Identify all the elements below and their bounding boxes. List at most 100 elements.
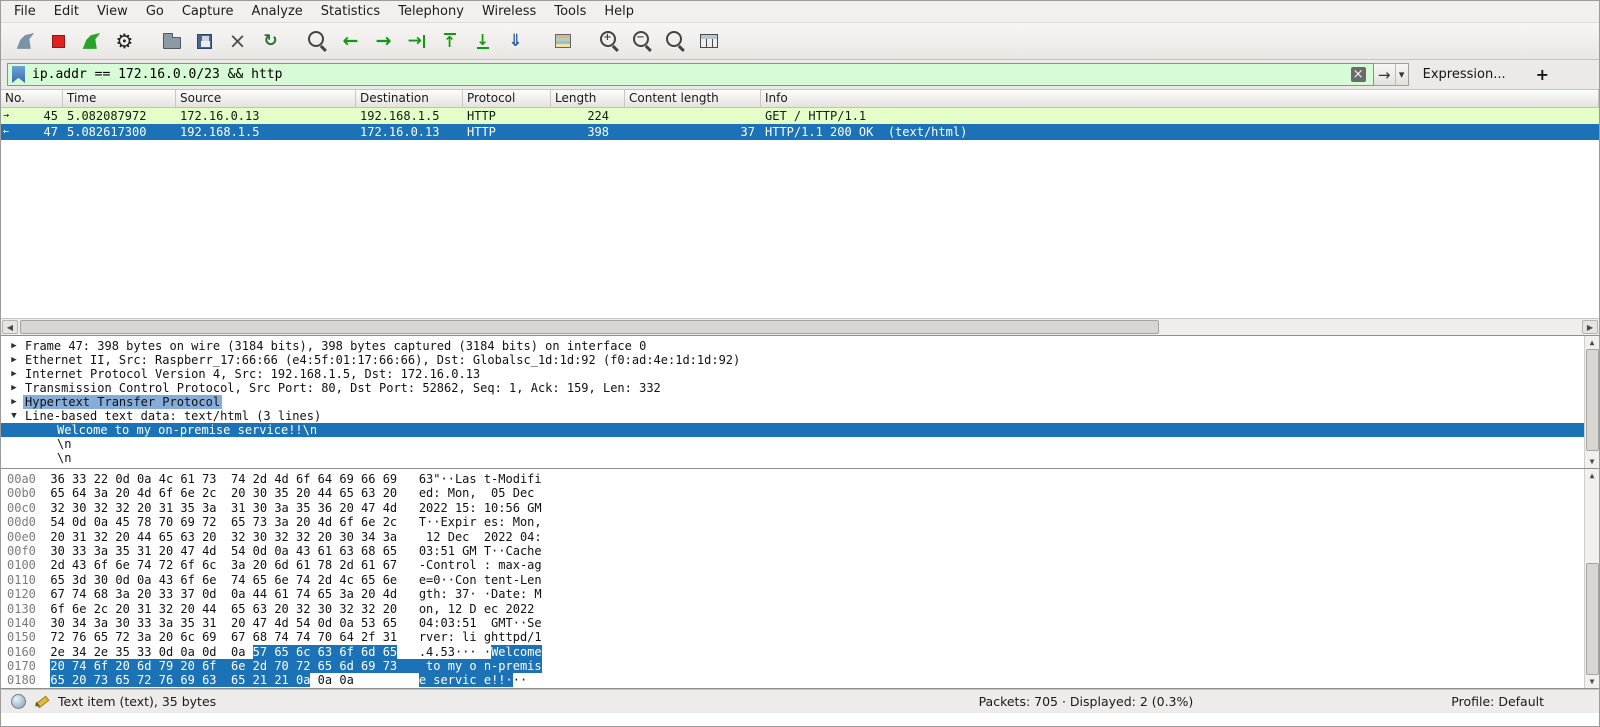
horizontal-scrollbar[interactable]	[1, 318, 1599, 336]
filter-clear-button[interactable]	[1351, 67, 1366, 82]
menu-item-view[interactable]: View	[88, 2, 137, 21]
menu-item-statistics[interactable]: Statistics	[312, 2, 389, 21]
status-profile[interactable]: Profile: Default	[1451, 694, 1544, 709]
close-file-button[interactable]	[221, 27, 254, 56]
detail-row-6[interactable]: Welcome to my on-premise service!!\n	[1, 423, 1584, 437]
scroll-right-arrow-icon[interactable]	[1582, 320, 1598, 334]
detail-row-5[interactable]: ▼Line-based text data: text/html (3 line…	[1, 409, 1584, 423]
scroll-down-arrow-icon[interactable]	[1590, 456, 1595, 467]
column-header-time[interactable]: Time	[63, 90, 176, 107]
filter-add-button[interactable]: +	[1528, 65, 1557, 84]
filter-bookmark-icon[interactable]	[12, 66, 25, 83]
column-header-length[interactable]: Length	[551, 90, 625, 107]
restart-capture-button[interactable]	[75, 27, 108, 56]
packet-row-47[interactable]: ←475.082617300192.168.1.5172.16.0.13HTTP…	[1, 124, 1599, 140]
expand-arrow-icon[interactable]: ▶	[7, 339, 21, 353]
go-to-packet-button[interactable]	[400, 27, 433, 56]
menu-item-analyze[interactable]: Analyze	[243, 2, 312, 21]
hex-line-0140[interactable]: 0140 30 34 3a 30 33 3a 35 31 20 47 4d 54…	[7, 616, 1584, 630]
status-packet-counts: Packets: 705 · Displayed: 2 (0.3%)	[979, 694, 1194, 709]
open-file-button[interactable]	[155, 27, 188, 56]
menu-item-telephony[interactable]: Telephony	[389, 2, 473, 21]
detail-row-0[interactable]: ▶Frame 47: 398 bytes on wire (3184 bits)…	[1, 339, 1584, 353]
column-header-content-length[interactable]: Content length	[625, 90, 761, 107]
expression-button[interactable]: Expression...	[1415, 64, 1514, 85]
menu-item-go[interactable]: Go	[137, 2, 173, 21]
filter-apply-button[interactable]	[1374, 64, 1395, 85]
details-scroll-track[interactable]	[1586, 349, 1599, 455]
hex-scrollbar[interactable]	[1584, 469, 1599, 688]
go-back-button[interactable]	[334, 27, 367, 56]
resize-columns-button[interactable]	[692, 27, 725, 56]
detail-row-3[interactable]: ▶Transmission Control Protocol, Src Port…	[1, 381, 1584, 395]
hex-line-00f0[interactable]: 00f0 30 33 3a 35 31 20 47 4d 54 0d 0a 43…	[7, 544, 1584, 558]
hex-line-00c0[interactable]: 00c0 32 30 32 32 20 31 35 3a 31 30 3a 35…	[7, 501, 1584, 515]
reload-file-button[interactable]	[254, 27, 287, 56]
hex-line-0100[interactable]: 0100 2d 43 6f 6e 74 72 6f 6c 3a 20 6d 61…	[7, 558, 1584, 572]
detail-row-7[interactable]: \n	[1, 437, 1584, 451]
go-to-bottom-button[interactable]	[466, 27, 499, 56]
capture-options-button[interactable]	[108, 27, 141, 56]
hex-line-00e0[interactable]: 00e0 20 31 32 20 44 65 63 20 32 30 32 32…	[7, 530, 1584, 544]
hex-line-00a0[interactable]: 00a0 36 33 22 0d 0a 4c 61 73 74 2d 4d 6f…	[7, 472, 1584, 486]
capture-comment-icon[interactable]	[34, 693, 50, 709]
find-packet-button[interactable]	[301, 27, 334, 56]
stop-capture-button[interactable]	[42, 27, 75, 56]
save-file-button[interactable]	[188, 27, 221, 56]
display-filter-input[interactable]: ip.addr == 172.16.0.0/23 && http	[7, 63, 1374, 86]
hex-offset: 0130	[7, 602, 50, 616]
auto-scroll-button[interactable]	[499, 27, 532, 56]
hex-line-0110[interactable]: 0110 65 3d 30 0d 0a 43 6f 6e 74 65 6e 74…	[7, 573, 1584, 587]
menu-item-edit[interactable]: Edit	[45, 2, 88, 21]
hex-line-00d0[interactable]: 00d0 54 0d 0a 45 78 70 69 72 65 73 3a 20…	[7, 515, 1584, 529]
hex-scroll-thumb[interactable]	[1586, 563, 1599, 675]
expand-arrow-icon[interactable]: ▶	[7, 367, 21, 381]
hex-line-0170[interactable]: 0170 20 74 6f 20 6d 79 20 6f 6e 2d 70 72…	[7, 659, 1584, 673]
menu-item-capture[interactable]: Capture	[173, 2, 243, 21]
expert-info-icon[interactable]	[11, 694, 26, 709]
column-header-no[interactable]: No.	[1, 90, 63, 107]
collapse-arrow-icon[interactable]: ▼	[7, 409, 21, 423]
menu-item-tools[interactable]: Tools	[545, 2, 595, 21]
zoom-reset-button[interactable]	[659, 27, 692, 56]
column-header-protocol[interactable]: Protocol	[463, 90, 551, 107]
detail-row-1[interactable]: ▶Ethernet II, Src: Raspberr_17:66:66 (e4…	[1, 353, 1584, 367]
expand-arrow-icon[interactable]: ▶	[7, 353, 21, 367]
expand-arrow-icon[interactable]: ▶	[7, 381, 21, 395]
column-header-info[interactable]: Info	[761, 90, 1599, 107]
detail-row-4[interactable]: ▶Hypertext Transfer Protocol	[1, 395, 1584, 409]
detail-row-2[interactable]: ▶Internet Protocol Version 4, Src: 192.1…	[1, 367, 1584, 381]
go-forward-button[interactable]	[367, 27, 400, 56]
start-capture-button[interactable]	[9, 27, 42, 56]
details-scrollbar[interactable]	[1584, 336, 1599, 468]
hex-scroll-track[interactable]	[1586, 482, 1599, 675]
zoom-in-button[interactable]	[593, 27, 626, 56]
column-header-source[interactable]: Source	[176, 90, 356, 107]
expand-arrow-icon[interactable]: ▶	[7, 395, 21, 409]
menu-item-file[interactable]: File	[5, 2, 45, 21]
filter-apply-group	[1374, 63, 1409, 86]
colorize-packets-button[interactable]	[546, 27, 579, 56]
hex-line-0160[interactable]: 0160 2e 34 2e 35 33 0d 0a 0d 0a 57 65 6c…	[7, 645, 1584, 659]
packet-row-45[interactable]: →455.082087972172.16.0.13192.168.1.5HTTP…	[1, 108, 1599, 124]
go-to-top-button[interactable]	[433, 27, 466, 56]
hex-line-00b0[interactable]: 00b0 65 64 3a 20 4d 6f 6e 2c 20 30 35 20…	[7, 486, 1584, 500]
capture-options-icon	[113, 30, 137, 52]
detail-row-8[interactable]: \n	[1, 451, 1584, 465]
column-header-destination[interactable]: Destination	[356, 90, 463, 107]
scroll-down-arrow-icon[interactable]	[1590, 676, 1595, 687]
zoom-out-button[interactable]	[626, 27, 659, 56]
details-scroll-thumb[interactable]	[1586, 349, 1599, 451]
hex-line-0120[interactable]: 0120 67 74 68 3a 20 33 37 0d 0a 44 61 74…	[7, 587, 1584, 601]
hex-line-0180[interactable]: 0180 65 20 73 65 72 76 69 63 65 21 21 0a…	[7, 673, 1584, 687]
scroll-up-arrow-icon[interactable]	[1590, 337, 1595, 348]
filter-dropdown-arrow[interactable]	[1395, 64, 1408, 85]
menu-item-help[interactable]: Help	[595, 2, 643, 21]
hex-line-0130[interactable]: 0130 6f 6e 2c 20 31 32 20 44 65 63 20 32…	[7, 602, 1584, 616]
hex-line-0150[interactable]: 0150 72 76 65 72 3a 20 6c 69 67 68 74 74…	[7, 630, 1584, 644]
horizontal-scroll-track[interactable]	[20, 320, 1580, 334]
scroll-up-arrow-icon[interactable]	[1590, 470, 1595, 481]
menu-item-wireless[interactable]: Wireless	[473, 2, 545, 21]
scroll-left-arrow-icon[interactable]	[2, 320, 18, 334]
horizontal-scroll-thumb[interactable]	[20, 320, 1159, 334]
